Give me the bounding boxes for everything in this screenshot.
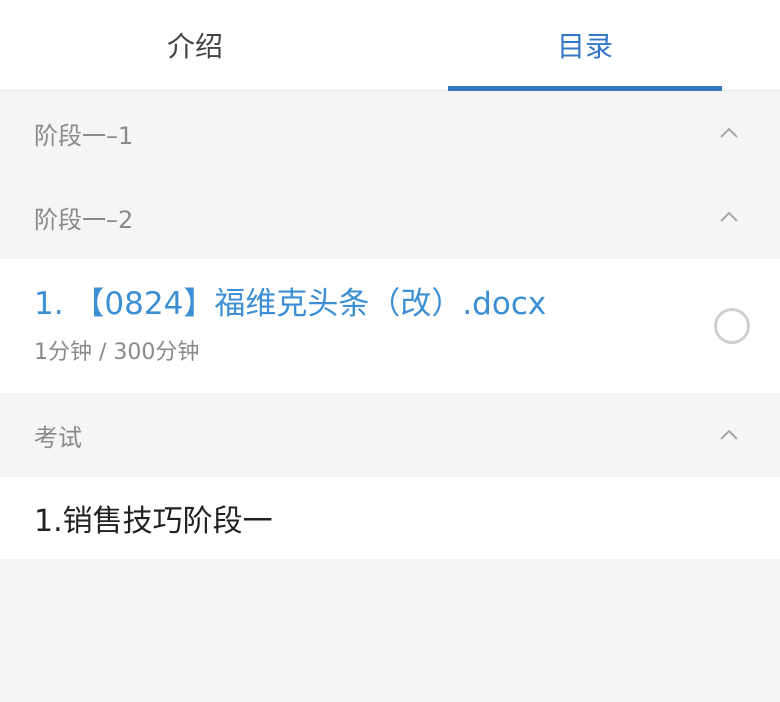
chevron-up-icon[interactable] xyxy=(718,206,740,228)
chevron-up-icon[interactable] xyxy=(718,424,740,446)
tab-catalog-label: 目录 xyxy=(556,30,613,63)
course-item-info: 1. 【0824】福维克头条（改）.docx 1分钟 / 300分钟 xyxy=(34,286,546,365)
tab-bar: 介绍 目录 xyxy=(0,0,780,91)
course-item-title[interactable]: 1. 【0824】福维克头条（改）.docx xyxy=(34,286,546,323)
radio-circle-icon[interactable] xyxy=(714,308,750,344)
exam-item[interactable]: 1.销售技巧阶段一 xyxy=(0,477,780,559)
tab-catalog[interactable]: 目录 xyxy=(390,0,780,90)
tab-intro-label: 介绍 xyxy=(166,30,223,63)
section-header-exam[interactable]: 考试 xyxy=(0,393,780,477)
chevron-up-icon[interactable] xyxy=(718,122,740,144)
section-header-stage-1[interactable]: 阶段一–1 xyxy=(0,91,780,175)
section-title: 阶段一–2 xyxy=(34,205,134,234)
active-tab-indicator xyxy=(448,86,722,91)
course-item-progress: 1分钟 / 300分钟 xyxy=(34,339,200,365)
section-title: 阶段一–1 xyxy=(34,121,134,150)
tab-intro[interactable]: 介绍 xyxy=(0,0,390,90)
course-item[interactable]: 1. 【0824】福维克头条（改）.docx 1分钟 / 300分钟 xyxy=(0,259,780,393)
section-title: 考试 xyxy=(34,423,82,452)
exam-item-title: 1.销售技巧阶段一 xyxy=(34,504,273,539)
section-header-stage-2[interactable]: 阶段一–2 xyxy=(0,175,780,259)
